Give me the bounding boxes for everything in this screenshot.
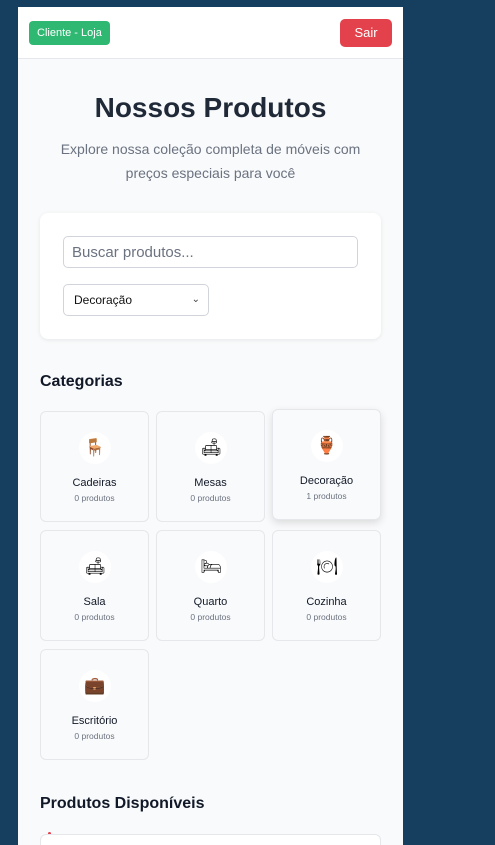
category-card-mesas[interactable]: 🛋 Mesas 0 produtos	[156, 411, 265, 522]
category-name: Mesas	[194, 477, 227, 489]
category-name: Escritório	[71, 715, 118, 727]
category-name: Cadeiras	[72, 477, 117, 489]
chevron-down-icon: ⌄	[191, 294, 200, 305]
vase-icon: 🏺	[311, 430, 343, 462]
category-count: 0 produtos	[74, 731, 115, 741]
sofa-icon: 🛋	[79, 551, 111, 583]
briefcase-icon: 💼	[79, 670, 111, 702]
category-card-cadeiras[interactable]: 🪑 Cadeiras 0 produtos	[40, 411, 149, 522]
category-count: 0 produtos	[74, 612, 115, 622]
category-count: 0 produtos	[306, 612, 347, 622]
top-bar: Cliente - Loja Sair	[18, 7, 403, 59]
store-brand-button[interactable]: Cliente - Loja	[29, 21, 110, 45]
category-select[interactable]: Decoração ⌄	[63, 284, 209, 316]
search-input[interactable]	[63, 236, 358, 268]
product-card[interactable]	[40, 834, 381, 845]
table-icon: 🛋	[195, 432, 227, 464]
category-count: 1 produtos	[306, 491, 347, 501]
category-name: Cozinha	[306, 596, 347, 608]
app-viewport: Cliente - Loja Sair Nossos Produtos Expl…	[18, 7, 403, 845]
page-subtitle: Explore nossa coleção completa de móveis…	[60, 141, 361, 181]
category-card-decoracao[interactable]: 🏺 Decoração 1 produtos	[272, 409, 381, 520]
category-name: Decoração	[299, 475, 354, 487]
plate-icon: 🍽	[311, 551, 343, 583]
category-count: 0 produtos	[190, 493, 231, 503]
category-select-value: Decoração	[74, 293, 133, 307]
category-count: 0 produtos	[190, 612, 231, 622]
category-name: Sala	[83, 596, 106, 608]
page-title: Nossos Produtos	[94, 92, 327, 123]
bed-icon: 🛏	[195, 551, 227, 583]
category-count: 0 produtos	[74, 493, 115, 503]
category-name: Quarto	[193, 596, 228, 608]
category-card-cozinha[interactable]: 🍽 Cozinha 0 produtos	[272, 530, 381, 641]
category-card-escritorio[interactable]: 💼 Escritório 0 produtos	[40, 649, 149, 760]
categories-heading: Categorias	[40, 373, 123, 390]
products-heading: Produtos Disponíveis	[40, 795, 205, 812]
chair-icon: 🪑	[79, 432, 111, 464]
category-card-quarto[interactable]: 🛏 Quarto 0 produtos	[156, 530, 265, 641]
filter-card: Decoração ⌄	[40, 213, 381, 339]
category-card-sala[interactable]: 🛋 Sala 0 produtos	[40, 530, 149, 641]
logout-button[interactable]: Sair	[340, 19, 392, 47]
